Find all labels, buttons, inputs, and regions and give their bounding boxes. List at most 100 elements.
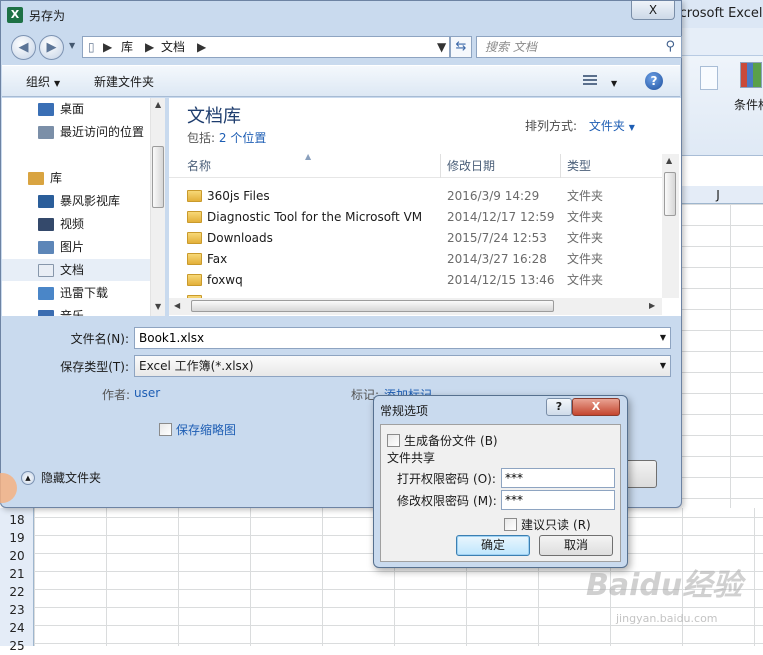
help-icon[interactable]: ? xyxy=(645,72,663,90)
chevron-down-icon[interactable]: ▼ xyxy=(660,328,666,348)
sidebar-item-video-library[interactable]: 暴风影视库 xyxy=(2,190,150,212)
filetype-select[interactable]: Excel 工作簿(*.xlsx) ▼ xyxy=(134,355,671,377)
backup-option[interactable]: 生成备份文件 (B) xyxy=(387,432,498,449)
column-modified[interactable]: 修改日期 xyxy=(447,154,495,178)
cancel-button[interactable]: 取消 xyxy=(539,535,613,556)
list-item[interactable]: Diagnostic Tool for the Microsoft VM 201… xyxy=(169,207,664,228)
close-button[interactable]: X xyxy=(631,1,675,20)
address-dropdown-icon[interactable]: ▼ xyxy=(437,37,446,57)
help-button[interactable]: ? xyxy=(546,398,572,416)
chevron-down-icon[interactable]: ▼ xyxy=(660,356,666,376)
sidebar-item-videos[interactable]: 视频 xyxy=(2,213,150,235)
general-options-dialog: 常规选项 ? X 生成备份文件 (B) 文件共享 打开权限密码 (O): 修改权… xyxy=(373,395,628,568)
file-list-vertical-scrollbar[interactable]: ▲ xyxy=(662,154,679,298)
column-name[interactable]: 名称 xyxy=(187,154,211,178)
open-password-field[interactable] xyxy=(501,468,615,488)
scroll-up-icon[interactable]: ▲ xyxy=(666,156,672,165)
breadcrumb-arrow-icon[interactable]: ▶ xyxy=(145,37,154,57)
backup-checkbox[interactable] xyxy=(387,434,400,447)
chevron-down-icon: ▼ xyxy=(628,123,635,132)
arrange-by-dropdown[interactable]: 文件夹 ▼ xyxy=(589,119,635,133)
sidebar-item-music[interactable]: 音乐 xyxy=(2,305,150,316)
hide-folders-button[interactable]: ▲ 隐藏文件夹 xyxy=(21,469,101,486)
modify-password-field[interactable] xyxy=(501,490,615,510)
file-list-horizontal-scrollbar[interactable]: ◀ ▶ xyxy=(169,298,662,315)
breadcrumb-libraries[interactable]: 库 xyxy=(121,37,133,57)
ok-button[interactable]: 确定 xyxy=(456,535,530,556)
search-box[interactable]: ⚲ xyxy=(476,36,682,58)
column-divider[interactable] xyxy=(440,154,441,178)
filename-combo[interactable]: ▼ xyxy=(134,327,671,349)
breadcrumb-documents[interactable]: 文档 xyxy=(161,37,185,57)
forward-button[interactable]: ▶ xyxy=(39,35,64,60)
back-button[interactable]: ◀ xyxy=(11,35,36,60)
sidebar-item-recent-places[interactable]: 最近访问的位置 xyxy=(2,121,150,143)
file-list-horizontal-thumb[interactable] xyxy=(191,300,554,312)
column-type[interactable]: 类型 xyxy=(567,154,591,178)
author-value[interactable]: user xyxy=(134,386,160,400)
sheet-grid-right[interactable] xyxy=(680,204,763,508)
navigation-scroll-thumb[interactable] xyxy=(152,146,164,208)
scroll-up-icon[interactable]: ▲ xyxy=(155,100,161,109)
sidebar-item-desktop[interactable]: 桌面 xyxy=(2,98,150,120)
list-item[interactable]: 360js Files 2016/3/9 14:29 文件夹 xyxy=(169,186,664,207)
modify-password-text: 修改权限密码 xyxy=(397,494,470,508)
sidebar-item-label: 迅雷下载 xyxy=(60,286,109,300)
new-folder-button[interactable]: 新建文件夹 xyxy=(94,66,154,98)
organize-button[interactable]: 组织 ▼ xyxy=(26,66,60,100)
navigation-scrollbar[interactable]: ▲ ▼ xyxy=(150,98,165,316)
excel-ribbon-dropdown[interactable] xyxy=(700,66,718,90)
sidebar-item-thunder-downloads[interactable]: 迅雷下载 xyxy=(2,282,150,304)
sidebar-item-label: 音乐 xyxy=(60,309,85,316)
open-password-input[interactable] xyxy=(502,469,612,487)
readonly-checkbox[interactable] xyxy=(504,518,517,531)
scroll-right-icon[interactable]: ▶ xyxy=(649,301,655,310)
breadcrumb-arrow-icon[interactable]: ▶ xyxy=(197,37,206,57)
list-item[interactable]: Fax 2014/3/27 16:28 文件夹 xyxy=(169,249,664,270)
includes-locations-link[interactable]: 2 个位置 xyxy=(219,131,266,145)
filetype-label: 保存类型(T): xyxy=(60,360,129,374)
recent-locations-dropdown[interactable]: ▼ xyxy=(69,41,75,50)
row-header[interactable]: 21 xyxy=(0,565,34,583)
close-button[interactable]: X xyxy=(572,398,620,416)
modify-password-label: 修改权限密码 (M): xyxy=(397,492,497,509)
row-header[interactable]: 18 xyxy=(0,511,34,529)
list-item-partial[interactable] xyxy=(169,291,664,298)
list-item[interactable]: foxwq 2014/12/15 13:46 文件夹 xyxy=(169,270,664,291)
row-header[interactable]: 20 xyxy=(0,547,34,565)
modify-password-key: (M): xyxy=(473,493,497,508)
arrange-by: 排列方式: 文件夹 ▼ xyxy=(525,117,635,134)
dialog-title: 另存为 xyxy=(29,8,66,23)
list-item[interactable]: Downloads 2015/7/24 12:53 文件夹 xyxy=(169,228,664,249)
view-options-dropdown[interactable]: ▼ xyxy=(607,66,617,100)
sidebar-item-libraries[interactable]: 库 xyxy=(2,167,150,189)
chevron-down-icon: ▼ xyxy=(54,79,61,88)
scroll-left-icon[interactable]: ◀ xyxy=(174,301,180,310)
readonly-option[interactable]: 建议只读 (R) xyxy=(504,516,591,533)
row-header[interactable]: 25 xyxy=(0,637,34,655)
open-password-label: 打开权限密码 (O): xyxy=(397,470,496,487)
column-header-j[interactable]: J xyxy=(706,186,730,204)
search-icon[interactable]: ⚲ xyxy=(665,39,675,54)
backup-label: 生成备份文件 xyxy=(404,434,477,448)
row-header[interactable]: 22 xyxy=(0,583,34,601)
scroll-down-icon[interactable]: ▼ xyxy=(155,302,161,311)
conditional-format-button[interactable]: 条件格 xyxy=(734,96,763,113)
save-thumbnail-label[interactable]: 保存缩略图 xyxy=(176,421,236,438)
row-header[interactable]: 24 xyxy=(0,619,34,637)
refresh-button[interactable]: ⇆ xyxy=(450,36,472,58)
search-input[interactable] xyxy=(477,37,657,57)
file-list-vertical-thumb[interactable] xyxy=(664,172,676,216)
address-bar[interactable]: ▯ ▶ 库 ▶ 文档 ▶ ▼ xyxy=(82,36,450,58)
sidebar-item-documents[interactable]: 文档 xyxy=(2,259,150,281)
save-thumbnail-checkbox[interactable] xyxy=(159,423,172,436)
sidebar-item-pictures[interactable]: 图片 xyxy=(2,236,150,258)
filename-input[interactable] xyxy=(135,328,635,348)
breadcrumb-arrow-icon[interactable]: ▶ xyxy=(103,37,112,57)
row-headers: 18 19 20 21 22 23 24 25 xyxy=(0,508,34,653)
modify-password-input[interactable] xyxy=(502,491,612,509)
view-options-icon[interactable] xyxy=(583,75,597,87)
column-divider[interactable] xyxy=(560,154,561,178)
row-header[interactable]: 23 xyxy=(0,601,34,619)
row-header[interactable]: 19 xyxy=(0,529,34,547)
